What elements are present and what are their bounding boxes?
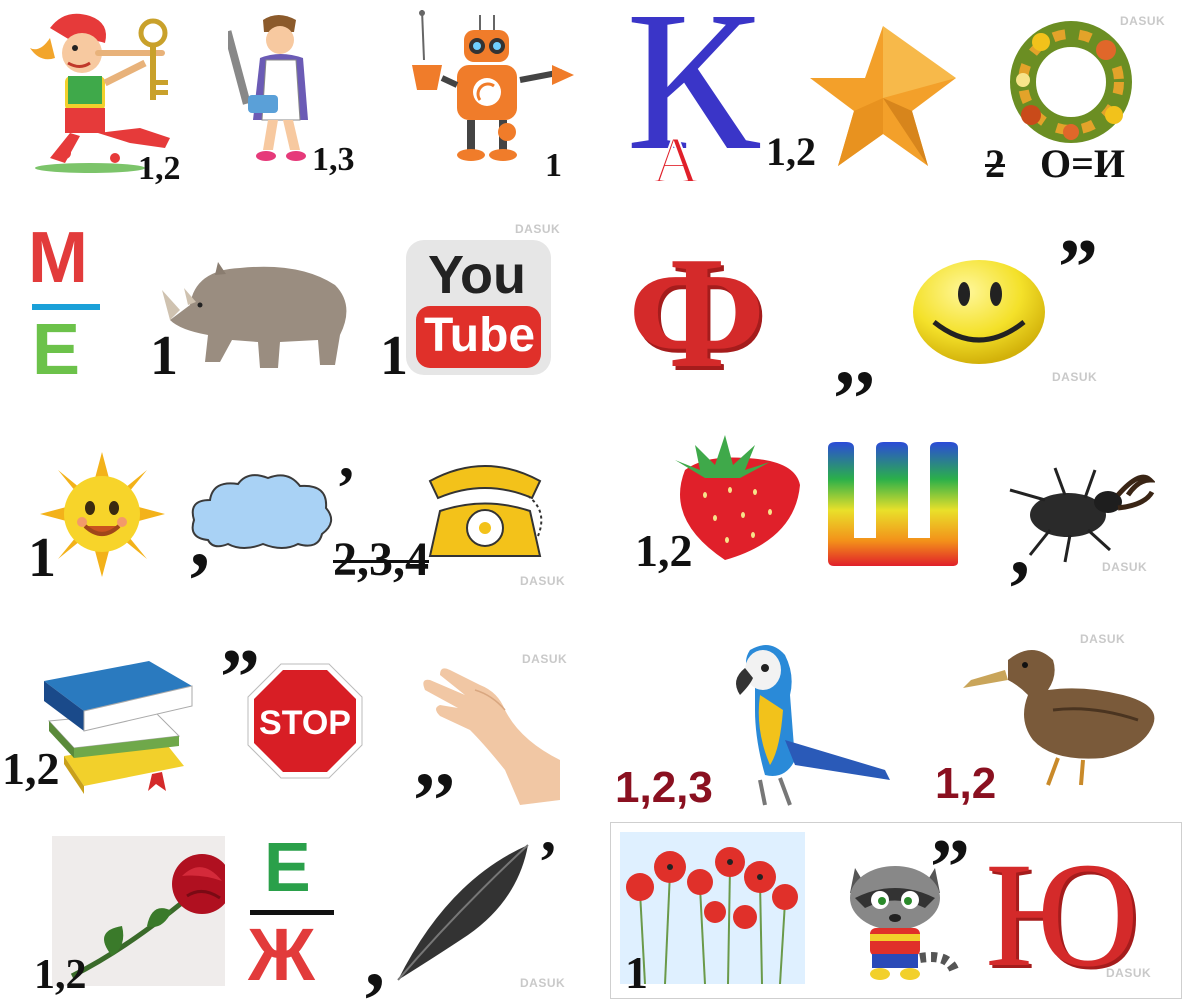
stop-sign-text: STOP	[259, 704, 351, 742]
duck-label: 1,2	[935, 759, 997, 808]
fraction-bottom-letter: Е	[32, 310, 81, 390]
rose-label: 1,2	[34, 952, 87, 998]
feather-icon	[397, 844, 529, 981]
watermark: DASUK	[1052, 370, 1098, 384]
stag-beetle-icon	[1009, 467, 1155, 563]
poppies-label: 1	[625, 947, 648, 998]
hand-icon	[423, 668, 560, 805]
watermark: DASUK	[1080, 632, 1126, 646]
stop-sign-icon: STOP	[247, 663, 363, 779]
youtube-label: 1	[380, 325, 408, 387]
fraction-e-over-zh-icon: Е Ж	[248, 832, 338, 1002]
watermark: DASUK	[515, 222, 561, 236]
letter-a: А	[651, 124, 701, 197]
watermark: DASUK	[1106, 966, 1152, 980]
letter-sh-icon	[828, 442, 958, 566]
youtube-you: You	[428, 245, 526, 305]
parrot-icon	[736, 645, 890, 806]
fraction-bottom-letter: Ж	[248, 913, 315, 996]
wreath-label-struck: 2	[985, 141, 1005, 186]
watermark: DASUK	[522, 652, 568, 666]
raccoon-quote-after: ”	[930, 824, 970, 912]
fraction-top-letter: Е	[264, 828, 311, 906]
smiley-quote-after: ”	[1058, 224, 1098, 312]
fraction-m-over-e-icon: М Е	[28, 222, 108, 392]
watermark: DASUK	[520, 574, 566, 588]
fraction-top-letter: М	[28, 218, 88, 298]
smiley-quote-before: ,,	[835, 314, 875, 402]
rhino-icon	[162, 262, 347, 368]
letter-k-with-a-icon: К А	[626, 0, 759, 195]
star-icon	[810, 26, 956, 166]
buratino-icon	[30, 13, 170, 173]
cloud-comma-after: ’	[336, 455, 356, 521]
robot-label: 1	[545, 147, 562, 184]
watermark: DASUK	[1102, 560, 1148, 574]
cloud-icon	[191, 474, 333, 549]
letter-f-icon: Ф	[628, 223, 766, 401]
telephone-icon	[428, 465, 543, 557]
smiley-icon	[913, 260, 1045, 364]
buratino-label: 1,2	[138, 150, 181, 187]
youtube-icon: You Tube	[406, 240, 551, 375]
sun-icon	[40, 452, 165, 577]
robot-icon	[412, 10, 574, 161]
telephone-label-struck: 2,3,4	[333, 533, 429, 586]
watermark: DASUK	[1120, 14, 1166, 28]
cleaning-lady-label: 1,3	[312, 141, 355, 178]
books-label: 1,2	[2, 743, 60, 794]
wreath-icon	[1010, 21, 1132, 143]
feather-comma-after: ’	[538, 829, 558, 895]
watermark: DASUK	[520, 976, 566, 990]
strawberry-icon	[675, 435, 800, 560]
youtube-tube: Tube	[424, 309, 536, 362]
wreath-replace: О=И	[1040, 141, 1126, 186]
parrot-label: 1,2,3	[615, 763, 713, 812]
feather-comma-before: ,	[365, 916, 385, 1004]
